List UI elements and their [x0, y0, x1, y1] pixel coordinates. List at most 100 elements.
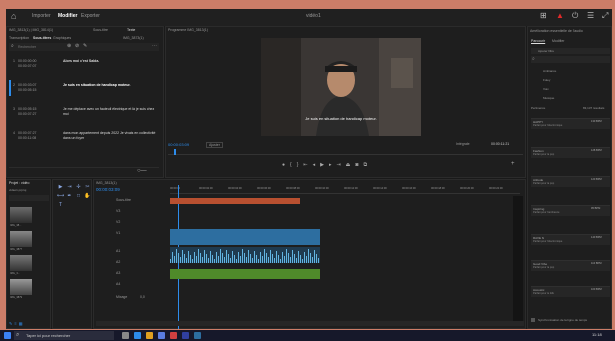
- audio-clip-a1[interactable]: [170, 247, 320, 263]
- sound-effect-item[interactable]: RAVE N Parfait pour l'électronique 140 BPM: [531, 234, 610, 245]
- taskbar-search[interactable]: ⌕ Taper ici pour rechercher: [14, 331, 114, 340]
- search-input[interactable]: Rechercher: [18, 45, 36, 49]
- home-icon[interactable]: ⌂: [11, 11, 16, 21]
- fit-dropdown[interactable]: Ajuster: [206, 142, 223, 148]
- search-icon[interactable]: ⌕: [11, 43, 14, 49]
- sound-effect-item[interactable]: Attitude Parfait pour la pop 120 BPM: [531, 176, 610, 187]
- sync-row[interactable]: Synchronisation de la ligne de temps: [531, 317, 610, 325]
- edge-icon[interactable]: [134, 332, 141, 339]
- category-music[interactable]: Musique: [543, 96, 554, 100]
- premiere-icon[interactable]: [182, 332, 189, 339]
- category-voice[interactable]: Voix: [543, 87, 549, 91]
- search-field[interactable]: ⌕: [531, 56, 610, 63]
- play-icon[interactable]: ▶: [320, 162, 329, 168]
- ripple-edit-icon[interactable]: ✢: [75, 184, 82, 190]
- media-thumbnail[interactable]: [10, 207, 32, 223]
- step-back-icon[interactable]: ◂: [313, 162, 321, 168]
- hand-tool-icon[interactable]: ✋: [84, 193, 91, 199]
- edit-icon[interactable]: ✎: [83, 43, 87, 49]
- fullscreen-icon[interactable]: ⤢: [602, 11, 608, 21]
- slip-tool-icon[interactable]: ⟷: [57, 193, 64, 199]
- start-icon[interactable]: [4, 332, 11, 339]
- sound-effect-item[interactable]: Inspiring Parfait pour l'ambiance 95 BPM: [531, 205, 610, 216]
- sequence-tab[interactable]: IMG_3813(1): [96, 181, 117, 185]
- tab-sequence-left[interactable]: IMG_3813(1) | IMG_3814(1): [9, 28, 53, 32]
- media-thumbnail[interactable]: [10, 279, 32, 295]
- tab-graphics[interactable]: Graphiques: [53, 36, 71, 40]
- timeline-scrollbar[interactable]: [96, 321, 524, 326]
- caption-text[interactable]: dans mon appartement depuis 2022 Je viva…: [63, 131, 159, 141]
- share-icon[interactable]: ⏻: [572, 11, 578, 21]
- tab-browse[interactable]: Parcourir: [531, 39, 545, 43]
- go-to-out-icon[interactable]: ⇥: [336, 162, 345, 168]
- caption-text[interactable]: Alors moi c'est Salda.: [63, 59, 99, 64]
- tab-export[interactable]: Exporter: [81, 13, 100, 19]
- music-clip-a3[interactable]: [170, 269, 320, 279]
- tab-modify[interactable]: Modifier: [552, 39, 564, 43]
- lift-icon[interactable]: ⏏: [346, 162, 356, 168]
- ruler-tick-label: 00:00:16:00: [402, 187, 416, 190]
- taskbar-search-input[interactable]: Taper ici pour rechercher: [26, 333, 70, 338]
- sound-effect-item[interactable]: HAPPY Parfait pour l'électronique 130 BPM: [531, 118, 610, 129]
- file-explorer-icon[interactable]: [146, 332, 153, 339]
- merge-icon[interactable]: ⊘: [75, 43, 79, 49]
- tab-edit[interactable]: Modifier: [58, 13, 77, 19]
- pen-tool-icon[interactable]: ✒: [66, 193, 73, 199]
- sound-effect-item[interactable]: Fashion Parfait pour la pop 128 BPM: [531, 147, 610, 158]
- razor-tool-icon[interactable]: ✂: [84, 184, 91, 190]
- go-to-in-icon[interactable]: ⇤: [303, 162, 312, 168]
- app-icon[interactable]: [170, 332, 177, 339]
- tab-captions[interactable]: Sous-titres: [33, 36, 51, 40]
- app-icon[interactable]: [194, 332, 201, 339]
- sound-effect-item[interactable]: Good Vibe Parfait pour la pop 110 BPM: [531, 260, 610, 271]
- type-tool-icon[interactable]: T: [57, 202, 64, 208]
- caption-row[interactable]: 2 00:00:03:07 00:00:05:15 Je suis en sit…: [13, 83, 163, 105]
- task-view-icon[interactable]: [122, 332, 129, 339]
- sort-dropdown[interactable]: Pertinence: [531, 106, 545, 110]
- filter-input[interactable]: Ajouter filtre: [531, 48, 610, 54]
- caption-text[interactable]: Je me déplace avec un fauteuil électriqu…: [63, 107, 159, 117]
- tools-panel: ▶ ⇥ ✢ ✂ ⟷ ✒ □ ✋ T: [52, 179, 92, 329]
- caption-row[interactable]: 3 00:00:05:15 00:00:07:27 Je me déplace …: [13, 107, 163, 129]
- rectangle-tool-icon[interactable]: □: [75, 193, 82, 199]
- project-search[interactable]: [9, 195, 49, 201]
- media-thumbnail[interactable]: [10, 231, 32, 247]
- more-icon[interactable]: ⋯: [152, 43, 157, 49]
- tab-text[interactable]: Texte: [127, 28, 135, 32]
- track-select-icon[interactable]: ⇥: [66, 184, 73, 190]
- timeline-timecode[interactable]: 00:00:03:09: [96, 187, 120, 192]
- tab-import[interactable]: Importer: [32, 13, 51, 19]
- subtitle-clip[interactable]: [170, 198, 300, 204]
- caption-row[interactable]: 1 00:00:00:00 00:00:07:07 Alors moi c'es…: [13, 59, 163, 81]
- media-thumbnail[interactable]: [10, 255, 32, 271]
- monitor-playhead[interactable]: [174, 149, 176, 155]
- store-icon[interactable]: [158, 332, 165, 339]
- selection-tool-icon[interactable]: ▶: [57, 184, 64, 190]
- workspace-icon[interactable]: ⊞: [540, 11, 547, 20]
- menu-icon[interactable]: ☰: [587, 11, 594, 20]
- mix-value[interactable]: 0,0: [140, 295, 145, 299]
- playhead-timecode[interactable]: 00:00:03:09: [168, 142, 189, 147]
- zoom-slider-icon[interactable]: ○—: [137, 168, 147, 174]
- caption-footer: ○—: [9, 167, 159, 175]
- icon-view-icon[interactable]: ▦: [19, 321, 25, 326]
- waveform-bar: [184, 254, 185, 263]
- caption-text[interactable]: Je suis en situation de handicap moteur.: [63, 83, 131, 88]
- waveform-bar: [306, 256, 307, 263]
- split-icon[interactable]: ⊕: [67, 43, 71, 49]
- category-ambiance[interactable]: Ambiance: [543, 69, 556, 73]
- category-foley[interactable]: Foley: [543, 78, 550, 82]
- time-ruler[interactable]: 00:00:00 00:00:02:00 00:00:04:00 00:00:06:0…: [170, 185, 520, 194]
- sound-effect-item[interactable]: Acoustic Parfait pour le folk 100 BPM: [531, 286, 610, 297]
- caption-row[interactable]: 4 00:00:07:27 00:00:11:08 dans mon appar…: [13, 131, 163, 153]
- marker-icon[interactable]: ●: [282, 162, 290, 168]
- sync-checkbox[interactable]: [531, 318, 535, 322]
- in-point-icon[interactable]: {: [290, 162, 297, 168]
- quick-export-icon[interactable]: ▲: [556, 11, 564, 20]
- compare-icon[interactable]: ⧉: [363, 162, 372, 168]
- monitor-scrubber[interactable]: [168, 149, 523, 155]
- add-button-icon[interactable]: +: [511, 161, 515, 167]
- quality-dropdown[interactable]: Intégrale: [456, 142, 470, 146]
- video-clip[interactable]: [170, 229, 320, 245]
- tab-transcription[interactable]: Transcription: [9, 36, 29, 40]
